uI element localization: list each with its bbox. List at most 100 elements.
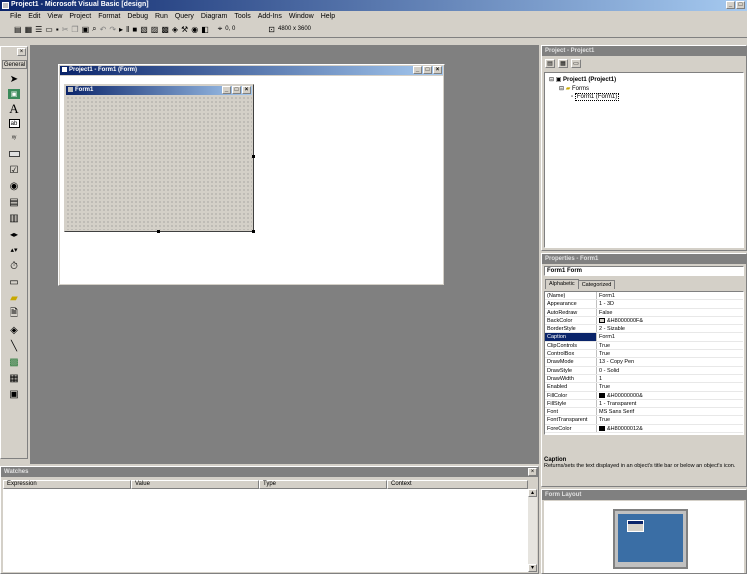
commandbutton-icon[interactable] xyxy=(7,148,21,160)
save-project-icon[interactable]: ▪ xyxy=(56,23,59,35)
resize-handle-right[interactable] xyxy=(252,155,255,158)
add-form-icon[interactable]: ▦ xyxy=(25,23,33,35)
property-value[interactable]: Form1 xyxy=(597,333,743,340)
designer-minimize-icon[interactable]: _ xyxy=(413,66,422,74)
column-expression[interactable]: Expression xyxy=(3,480,131,489)
ole-icon[interactable]: ▣ xyxy=(7,388,21,400)
property-row[interactable]: ControlBox True xyxy=(545,350,743,359)
menu-editor-icon[interactable]: ☰ xyxy=(35,23,42,35)
toggle-folders-icon[interactable]: ▭ xyxy=(571,59,581,68)
break-icon[interactable]: ‖ xyxy=(126,23,129,35)
filelistbox-icon[interactable]: 🗎 xyxy=(7,308,21,320)
maximize-icon[interactable]: □ xyxy=(736,1,745,9)
form-position-preview[interactable] xyxy=(627,520,644,532)
scroll-down-icon[interactable]: ▾ xyxy=(528,564,537,572)
property-value[interactable]: MS Sans Serif xyxy=(597,408,743,415)
checkbox-icon[interactable]: ☑ xyxy=(7,164,21,176)
property-row[interactable]: BorderStyle 2 - Sizable xyxy=(545,325,743,334)
line-icon[interactable]: ╲ xyxy=(7,340,21,352)
view-code-icon[interactable]: ▤ xyxy=(545,59,555,68)
menu-help[interactable]: Help xyxy=(321,13,335,20)
property-row[interactable]: ForeColor &H80000012& xyxy=(545,424,743,434)
menu-edit[interactable]: Edit xyxy=(28,13,40,20)
find-icon[interactable]: ⌕ xyxy=(92,23,96,35)
property-row[interactable]: ClipControls True xyxy=(545,341,743,351)
view-object-icon[interactable]: ▦ xyxy=(558,59,568,68)
property-value[interactable]: &H8000000F& xyxy=(597,317,743,324)
property-row[interactable]: FillStyle 1 - Transparent xyxy=(545,399,743,409)
property-row[interactable]: BackColor &H8000000F& xyxy=(545,316,743,326)
property-value[interactable]: 1 xyxy=(597,375,743,382)
tree-item-form1[interactable]: ▫ Form1 (Form1) xyxy=(571,93,620,101)
start-icon[interactable]: ▸ xyxy=(119,23,123,35)
menu-tools[interactable]: Tools xyxy=(234,13,250,20)
pointer-icon[interactable]: ➤ xyxy=(7,73,21,85)
property-value[interactable]: True xyxy=(597,350,743,357)
resize-handle-corner[interactable] xyxy=(252,230,255,233)
column-context[interactable]: Context xyxy=(387,480,528,489)
property-value[interactable]: True xyxy=(597,416,743,423)
toolbox-icon[interactable]: ⚒ xyxy=(181,23,188,35)
picturebox-icon[interactable]: ▣ xyxy=(8,89,20,99)
combobox-icon[interactable]: ▤ xyxy=(7,196,21,208)
form1-client-area[interactable] xyxy=(66,96,252,230)
tab-alphabetic[interactable]: Alphabetic xyxy=(545,279,579,289)
menu-addins[interactable]: Add-Ins xyxy=(258,13,282,20)
minimize-icon[interactable]: _ xyxy=(726,1,735,9)
redo-icon[interactable]: ↷ xyxy=(109,23,116,35)
end-icon[interactable]: ■ xyxy=(132,23,137,35)
frame-icon[interactable]: ˣʸ xyxy=(7,132,21,144)
add-project-icon[interactable]: ▤ xyxy=(14,23,22,35)
property-value[interactable]: True xyxy=(597,342,743,349)
property-value[interactable]: &H00000000& xyxy=(597,392,743,399)
property-row[interactable]: Font MS Sans Serif xyxy=(545,408,743,417)
property-value[interactable]: True xyxy=(597,383,743,390)
menu-run[interactable]: Run xyxy=(155,13,168,20)
menu-format[interactable]: Format xyxy=(98,13,120,20)
property-value[interactable]: 0 - Solid xyxy=(597,367,743,374)
menu-file[interactable]: File xyxy=(10,13,21,20)
vscrollbar-icon[interactable]: ▴▾ xyxy=(7,244,21,256)
property-value[interactable]: 2 - Sizable xyxy=(597,325,743,332)
property-value[interactable]: 13 - Copy Pen xyxy=(597,358,743,365)
form1[interactable]: Form1 _ □ × xyxy=(64,84,254,232)
property-row[interactable]: DrawWidth 1 xyxy=(545,374,743,384)
property-row[interactable]: Appearance 1 - 3D xyxy=(545,300,743,309)
shape-icon[interactable]: ◈ xyxy=(7,324,21,336)
collapse-icon[interactable]: ⊟ xyxy=(549,77,554,83)
watches-close-button[interactable]: × xyxy=(528,468,537,476)
textbox-icon[interactable]: ab xyxy=(8,119,20,128)
copy-icon[interactable]: ❐ xyxy=(71,23,78,35)
column-type[interactable]: Type xyxy=(259,480,387,489)
property-value[interactable]: 1 - 3D xyxy=(597,300,743,307)
form-layout-icon[interactable]: ▩ xyxy=(161,23,169,35)
open-project-icon[interactable]: ▭ xyxy=(45,23,53,35)
menu-query[interactable]: Query xyxy=(175,13,194,20)
object-browser-icon[interactable]: ◈ xyxy=(172,23,178,35)
tree-item-project[interactable]: ⊟ ▣ Project1 (Project1) xyxy=(549,76,616,83)
properties-window-icon[interactable]: ▨ xyxy=(151,23,159,35)
listbox-icon[interactable]: ▥ xyxy=(7,212,21,224)
dirlistbox-icon[interactable]: ▰ xyxy=(7,292,21,304)
menu-view[interactable]: View xyxy=(47,13,62,20)
property-row[interactable]: DrawStyle 0 - Solid xyxy=(545,366,743,375)
undo-icon[interactable]: ↶ xyxy=(100,23,107,35)
property-value[interactable]: &H80000012& xyxy=(597,425,743,432)
optionbutton-icon[interactable]: ◉ xyxy=(7,180,21,192)
drivelistbox-icon[interactable]: ▭ xyxy=(7,276,21,288)
property-row[interactable]: (Name) Form1 xyxy=(545,292,743,301)
timer-icon[interactable]: ⏱ xyxy=(7,260,21,272)
project-explorer-icon[interactable]: ▧ xyxy=(140,23,148,35)
component-manager-icon[interactable]: ◧ xyxy=(201,23,209,35)
menu-window[interactable]: Window xyxy=(289,13,314,20)
property-value[interactable]: Form1 xyxy=(597,292,743,299)
tree-item-forms[interactable]: ⊟ ▰ Forms xyxy=(559,85,589,92)
property-value[interactable]: False xyxy=(597,309,743,316)
toolbox-close-button[interactable]: × xyxy=(17,48,26,56)
property-row[interactable]: Caption Form1 xyxy=(545,333,743,342)
hscrollbar-icon[interactable]: ◂▸ xyxy=(7,228,21,240)
cut-icon[interactable]: ✂ xyxy=(62,23,69,35)
label-icon[interactable]: A xyxy=(7,101,21,116)
resize-handle-bottom[interactable] xyxy=(157,230,160,233)
designer-maximize-icon[interactable]: □ xyxy=(423,66,432,74)
